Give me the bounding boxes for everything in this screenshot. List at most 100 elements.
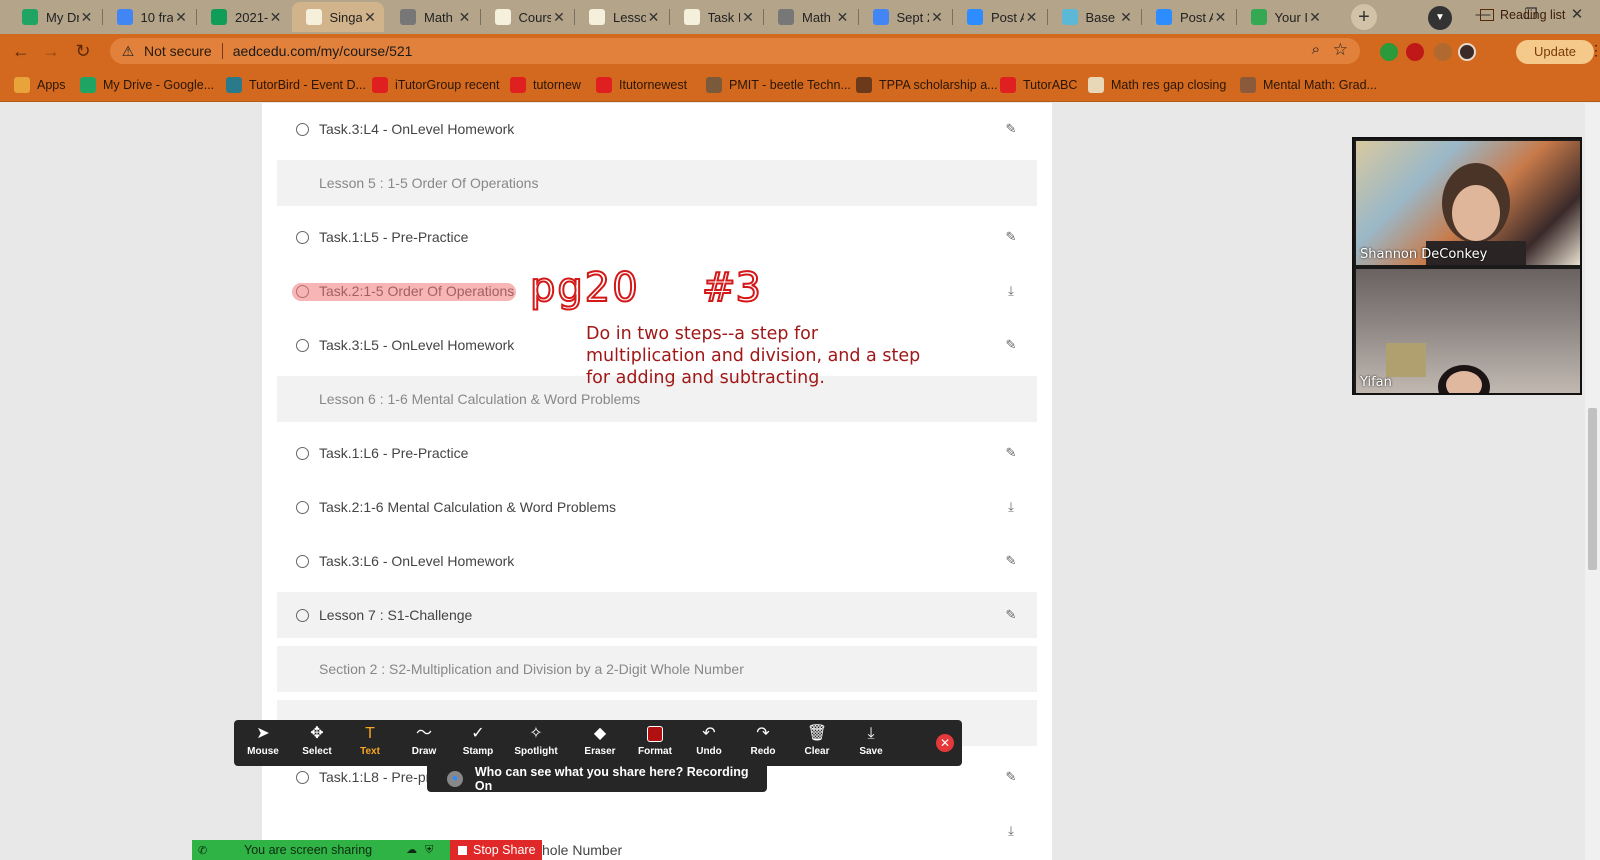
close-annotation-icon[interactable]: ✕	[936, 734, 954, 752]
browser-tab[interactable]: My Dr ✕	[8, 2, 101, 32]
annotation-tool-draw[interactable]: 〜 Draw	[398, 724, 450, 764]
tab-close-icon[interactable]: ✕	[1118, 9, 1134, 26]
completion-radio[interactable]	[296, 608, 309, 622]
annotation-tool-eraser[interactable]: ◆ Eraser	[574, 724, 626, 764]
video-tile[interactable]: Shannon DeConkey	[1356, 141, 1580, 265]
video-gallery-panel[interactable]: Shannon DeConkey Yifan	[1352, 137, 1582, 395]
annotation-tool-redo[interactable]: ↷ Redo	[737, 724, 789, 764]
browser-tab[interactable]: Math ✕	[386, 2, 479, 32]
browser-tab[interactable]: 10 fra ✕	[103, 2, 196, 32]
pencil-icon[interactable]: ✎	[1003, 229, 1019, 245]
completion-radio[interactable]	[296, 446, 309, 460]
browser-tab[interactable]: Post A✕	[953, 2, 1046, 32]
reading-list-button[interactable]: Reading list	[1480, 8, 1565, 22]
task-row[interactable]: Task.3:L6 - OnLevel Homework ✎	[277, 538, 1037, 584]
bookmark-item[interactable]: Itutornewest	[596, 76, 687, 94]
task-row[interactable]: Lesson 7 : S1-Challenge ✎	[277, 592, 1037, 638]
tab-close-icon[interactable]: ✕	[929, 9, 945, 26]
pencil-icon[interactable]: ✎	[1003, 121, 1019, 137]
annotation-tool-stamp[interactable]: ✓ Stamp	[452, 724, 504, 764]
download-icon[interactable]: ⤓	[1003, 283, 1019, 299]
browser-tab[interactable]: Sept 2✕	[859, 2, 952, 32]
task-row[interactable]: Task.2:1-6 Mental Calculation & Word Pro…	[277, 484, 1037, 530]
sharing-status-icons[interactable]: ☁⛨	[406, 843, 441, 857]
url-text[interactable]: aedcedu.com/my/course/521	[233, 43, 413, 59]
tab-close-icon[interactable]: ✕	[268, 9, 284, 26]
profile-avatar[interactable]	[1458, 43, 1476, 61]
row-label[interactable]: Task.2:1-6 Mental Calculation & Word Pro…	[319, 499, 1003, 515]
tab-close-icon[interactable]: ✕	[646, 9, 662, 26]
tab-close-icon[interactable]: ✕	[740, 9, 756, 26]
browser-tab[interactable]: Your I ✕	[1237, 2, 1330, 32]
browser-tab[interactable]: Math ✕	[764, 2, 857, 32]
scrollbar-thumb[interactable]	[1588, 408, 1597, 570]
row-label[interactable]: Task.3:L6 - OnLevel Homework	[319, 553, 1003, 569]
row-label[interactable]: Task.1:L6 - Pre-Practice	[319, 445, 1003, 461]
pencil-icon[interactable]: ✎	[1003, 769, 1019, 785]
bookmark-item[interactable]: Math res gap closing	[1088, 76, 1226, 94]
share-info-banner[interactable]: ● Who can see what you share here? Recor…	[427, 765, 767, 793]
download-icon[interactable]: ⤓	[1003, 499, 1019, 515]
annotation-tool-format[interactable]: Format	[629, 724, 681, 764]
tab-close-icon[interactable]: ✕	[1307, 9, 1323, 26]
forward-arrow-icon[interactable]: →	[38, 39, 64, 63]
bookmark-star-icon[interactable]: ☆	[1333, 40, 1348, 60]
download-icon[interactable]: ⤓	[1003, 823, 1019, 839]
lesson-header-row[interactable]: Section 2 : S2-Multiplication and Divisi…	[277, 646, 1037, 692]
lesson-header-row[interactable]: Lesson 5 : 1-5 Order Of Operations	[277, 160, 1037, 206]
pencil-icon[interactable]: ✎	[1003, 607, 1019, 623]
pencil-icon[interactable]: ✎	[1003, 337, 1019, 353]
bookmark-item[interactable]: tutornew	[510, 76, 581, 94]
browser-tab[interactable]: Base T✕	[1048, 2, 1141, 32]
tab-close-icon[interactable]: ✕	[551, 9, 567, 26]
extensions-menu-icon[interactable]	[1434, 43, 1452, 61]
tab-search-icon[interactable]: ▼	[1428, 6, 1452, 30]
annotation-tool-undo[interactable]: ↶ Undo	[683, 724, 735, 764]
browser-tab[interactable]: 2021- ✕	[197, 2, 290, 32]
annotation-tool-clear[interactable]: 🗑 Clear	[791, 724, 843, 764]
security-label[interactable]: Not secure	[144, 43, 212, 59]
tab-close-icon[interactable]: ✕	[457, 9, 473, 26]
task-row[interactable]: Task.1:L6 - Pre-Practice ✎	[277, 430, 1037, 476]
browser-tab[interactable]: Cours ✕	[481, 2, 574, 32]
bookmark-item[interactable]: iTutorGroup recent	[372, 76, 499, 94]
bookmark-item[interactable]: Mental Math: Grad...	[1240, 76, 1377, 94]
tab-close-icon[interactable]: ✕	[1024, 9, 1040, 26]
reload-icon[interactable]: ↻	[70, 39, 96, 63]
tab-close-icon[interactable]: ✕	[1213, 9, 1229, 26]
page-scrollbar[interactable]	[1585, 103, 1600, 860]
stop-share-button[interactable]: Stop Share	[450, 840, 542, 860]
warning-triangle-icon[interactable]: ⚠	[120, 43, 136, 59]
pencil-icon[interactable]: ✎	[1003, 445, 1019, 461]
bookmark-item[interactable]: TPPA scholarship a...	[856, 76, 998, 94]
bookmark-item[interactable]: TutorABC	[1000, 76, 1077, 94]
tab-close-icon[interactable]: ✕	[362, 9, 378, 26]
more-menu-icon[interactable]: ⋮	[1589, 42, 1600, 59]
ublock-extension-icon[interactable]	[1406, 43, 1424, 61]
annotation-tool-spotlight[interactable]: ✧ Spotlight	[510, 724, 562, 764]
extension-puzzle-icon[interactable]	[1380, 43, 1398, 61]
bookmark-item[interactable]: My Drive - Google...	[80, 76, 214, 94]
annotation-tool-save[interactable]: ⤓ Save	[845, 724, 897, 764]
video-tile[interactable]: Yifan	[1356, 269, 1580, 393]
completion-radio[interactable]	[296, 770, 309, 784]
tab-close-icon[interactable]: ✕	[79, 9, 95, 26]
browser-tab[interactable]: Task I ✕	[670, 2, 763, 32]
update-button[interactable]: Update	[1516, 40, 1594, 64]
zoom-magnifier-icon[interactable]: ⌕	[1312, 41, 1320, 58]
annotation-tool-mouse[interactable]: ➤ Mouse	[237, 724, 289, 764]
bookmark-item[interactable]: TutorBird - Event D...	[226, 76, 366, 94]
completion-radio[interactable]	[296, 230, 309, 244]
bookmark-item[interactable]: PMIT - beetle Techn...	[706, 76, 851, 94]
task-row[interactable]: Task.3:L4 - OnLevel Homework ✎	[277, 106, 1037, 152]
annotation-tool-select[interactable]: ✥ Select	[291, 724, 343, 764]
tab-close-icon[interactable]: ✕	[173, 9, 189, 26]
new-tab-button[interactable]: +	[1351, 4, 1377, 30]
row-label[interactable]: Task.3:L4 - OnLevel Homework	[319, 121, 1003, 137]
completion-radio[interactable]	[296, 500, 309, 514]
bookmark-item[interactable]: Apps	[14, 76, 66, 94]
annotation-tool-text[interactable]: T Text	[344, 724, 396, 764]
row-label[interactable]: Task.1:L5 - Pre-Practice	[319, 229, 1003, 245]
pencil-icon[interactable]: ✎	[1003, 553, 1019, 569]
browser-tab[interactable]: Lesso ✕	[575, 2, 668, 32]
